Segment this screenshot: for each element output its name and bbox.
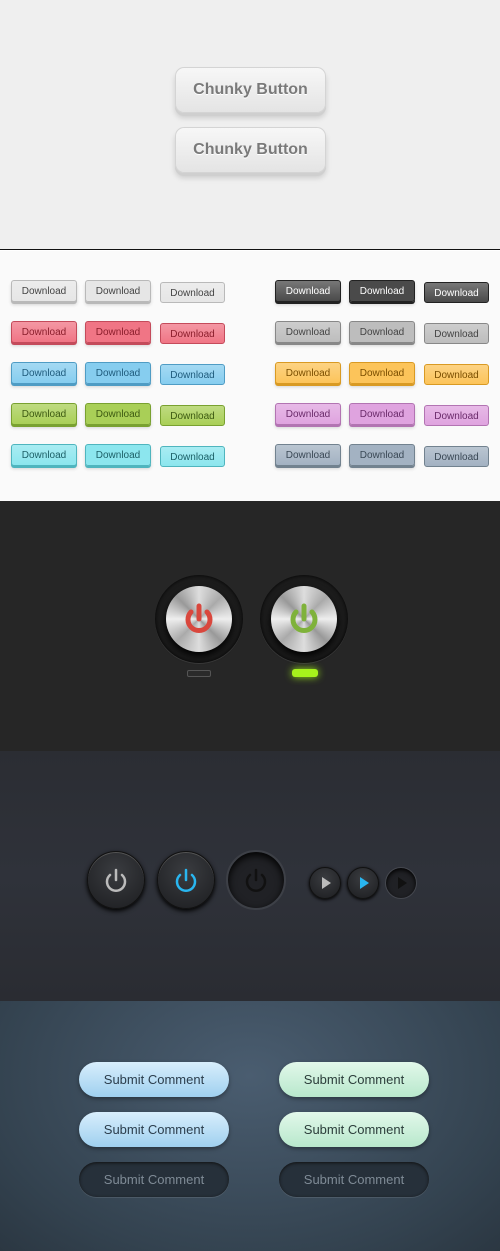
power-button-active[interactable] [157, 851, 215, 909]
download-button-red[interactable]: Download [85, 321, 151, 343]
submit-comment-section: Submit Comment Submit Comment Submit Comme… [0, 1001, 500, 1251]
chunky-section: Chunky Button Chunky Button [0, 0, 500, 250]
download-button-pink[interactable]: Download [349, 403, 415, 425]
status-led-off [187, 670, 211, 677]
play-button-active[interactable] [347, 867, 379, 899]
download-button-orange[interactable]: Download [424, 364, 489, 385]
download-button-gray[interactable]: Download [275, 321, 341, 343]
play-button[interactable] [309, 867, 341, 899]
download-button-slate[interactable]: Download [275, 444, 341, 466]
download-button-blue[interactable]: Download [11, 362, 77, 384]
play-icon [322, 877, 331, 889]
play-button-pressed[interactable] [385, 867, 417, 899]
power-icon [245, 868, 267, 892]
download-button-green[interactable]: Download [160, 405, 225, 426]
download-button-gray[interactable]: Download [85, 280, 151, 302]
submit-comment-button-green[interactable]: Submit Comment [279, 1062, 429, 1097]
download-button-blue[interactable]: Download [160, 364, 225, 385]
download-button-gray[interactable]: Download [11, 280, 77, 302]
download-button-dark[interactable]: Download [275, 280, 341, 302]
download-button-orange[interactable]: Download [275, 362, 341, 384]
submit-comment-button-green[interactable]: Submit Comment [279, 1112, 429, 1147]
metal-power-section [0, 501, 500, 751]
submit-comment-button-dark[interactable]: Submit Comment [279, 1162, 429, 1197]
download-buttons-section: Download Download Download Download Download… [0, 251, 500, 501]
download-button-dark[interactable]: Download [424, 282, 489, 303]
download-button-green[interactable]: Download [85, 403, 151, 425]
download-button-gray[interactable]: Download [349, 321, 415, 343]
download-button-cyan[interactable]: Download [11, 444, 77, 466]
power-button-on[interactable] [271, 586, 337, 652]
power-button-pressed[interactable] [226, 850, 286, 910]
download-button-red[interactable]: Download [160, 323, 225, 344]
download-button-pink[interactable]: Download [275, 403, 341, 425]
chunky-button[interactable]: Chunky Button [175, 67, 326, 113]
play-icon [398, 877, 407, 889]
play-icon [360, 877, 369, 889]
download-button-pink[interactable]: Download [424, 405, 489, 426]
dark-controls-section [0, 751, 500, 1001]
power-icon [105, 868, 127, 892]
power-icon [175, 868, 197, 892]
submit-comment-button-blue[interactable]: Submit Comment [79, 1112, 229, 1147]
download-button-green[interactable]: Download [11, 403, 77, 425]
download-button-blue[interactable]: Download [85, 362, 151, 384]
download-button-orange[interactable]: Download [349, 362, 415, 384]
download-button-cyan[interactable]: Download [160, 446, 225, 467]
download-button-red[interactable]: Download [11, 321, 77, 343]
download-button-gray[interactable]: Download [160, 282, 225, 303]
download-button-gray[interactable]: Download [424, 323, 489, 344]
submit-comment-button-blue[interactable]: Submit Comment [79, 1062, 229, 1097]
power-icon [185, 603, 213, 633]
power-icon [290, 603, 318, 633]
download-button-slate[interactable]: Download [424, 446, 489, 467]
power-button-off[interactable] [166, 586, 232, 652]
chunky-button[interactable]: Chunky Button [175, 127, 326, 173]
submit-comment-button-dark[interactable]: Submit Comment [79, 1162, 229, 1197]
download-button-slate[interactable]: Download [349, 444, 415, 466]
power-button[interactable] [87, 851, 145, 909]
download-button-cyan[interactable]: Download [85, 444, 151, 466]
status-led-on [292, 669, 318, 677]
download-button-dark[interactable]: Download [349, 280, 415, 302]
